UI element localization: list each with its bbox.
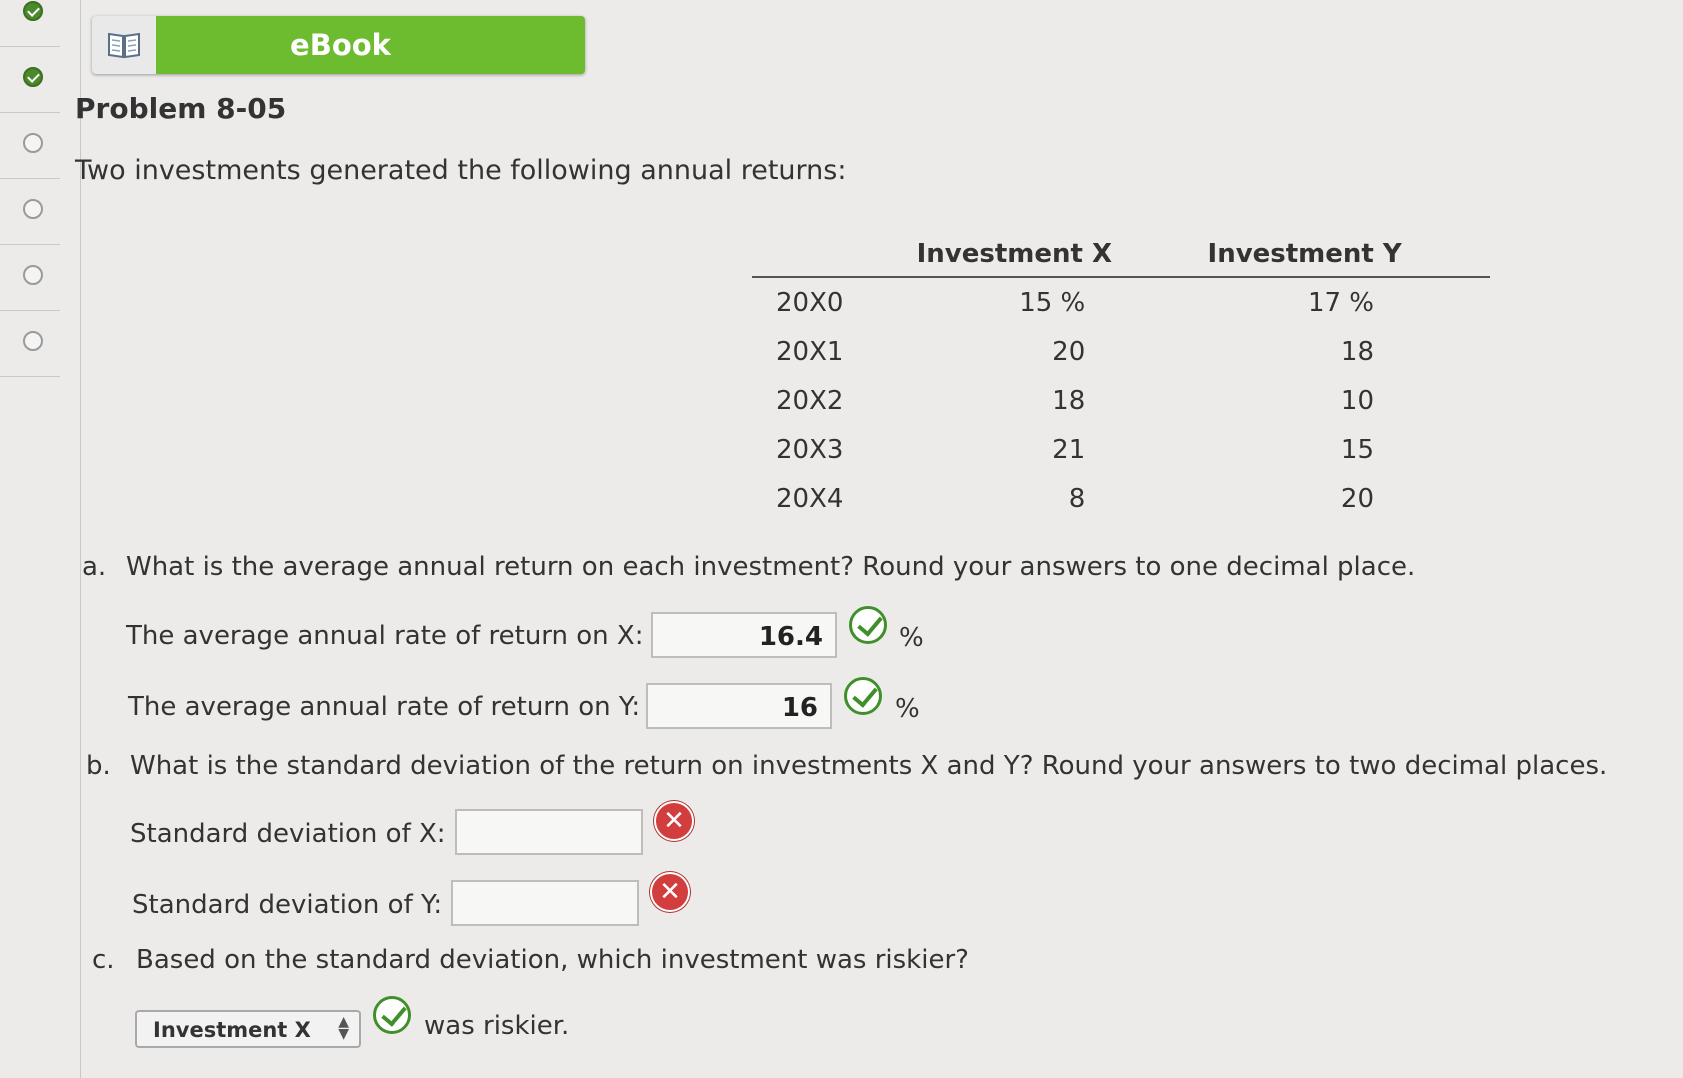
book-icon — [92, 16, 156, 74]
table-header-year — [752, 232, 909, 277]
std-dev-x-label: Standard deviation of X: — [130, 819, 446, 849]
investment-y-cell: 10 — [1340, 385, 1374, 416]
riskier-investment-selected: Investment X — [153, 1018, 311, 1042]
table-header-investment-x: Investment X — [916, 239, 1113, 269]
problem-intro: Two investments generated the following … — [75, 155, 847, 186]
riskier-suffix: was riskier. — [424, 1011, 570, 1041]
year-cell: 20X0 — [776, 287, 844, 318]
unanswered-status-icon — [23, 133, 43, 153]
investment-x-cell: 18 — [1052, 385, 1086, 416]
completed-status-icon — [23, 1, 43, 21]
unanswered-status-icon — [23, 331, 43, 351]
avg-return-x-label: The average annual rate of return on X: — [126, 621, 644, 651]
unanswered-status-icon — [23, 199, 43, 219]
investment-y-cell: 17 % — [1307, 287, 1374, 318]
ebook-label: eBook — [290, 28, 391, 62]
part-b-letter: b. — [86, 751, 111, 781]
rail-question-4[interactable] — [0, 178, 60, 245]
part-a-text: What is the average annual return on eac… — [126, 552, 1416, 582]
completed-status-icon — [23, 67, 43, 87]
part-b-question: b. What is the standard deviation of the … — [86, 751, 1607, 781]
percent-unit: % — [895, 694, 920, 724]
part-c-question: c. Based on the standard deviation, which… — [92, 945, 969, 975]
avg-return-x-input[interactable]: 16.4 — [651, 612, 837, 658]
std-dev-x-input[interactable] — [455, 809, 643, 855]
table-row: 20X3 21 15 — [752, 425, 1490, 474]
part-a-question: a. What is the average annual return on e… — [82, 552, 1415, 582]
year-cell: 20X3 — [776, 434, 844, 465]
std-dev-y-input[interactable] — [451, 880, 639, 926]
question-nav-rail — [0, 0, 64, 1078]
check-circle-icon — [849, 606, 887, 644]
rail-question-1[interactable] — [0, 0, 60, 47]
investment-y-cell: 18 — [1340, 336, 1374, 367]
table-row: 20X0 15 % 17 % — [752, 277, 1490, 327]
investment-x-cell: 8 — [1068, 483, 1086, 514]
unanswered-status-icon — [23, 265, 43, 285]
part-b-text: What is the standard deviation of the re… — [130, 751, 1608, 781]
percent-unit: % — [899, 623, 924, 653]
std-dev-y-label: Standard deviation of Y: — [132, 890, 443, 920]
select-arrows-icon: ▲ ▼ — [338, 1014, 349, 1042]
year-cell: 20X4 — [776, 483, 844, 514]
ebook-button[interactable]: eBook — [92, 16, 585, 74]
table-row: 20X4 8 20 — [752, 474, 1490, 523]
x-circle-icon: ✕ — [650, 872, 690, 912]
investment-x-cell: 15 % — [1019, 287, 1086, 318]
part-c-text: Based on the standard deviation, which i… — [136, 945, 969, 975]
rail-question-5[interactable] — [0, 244, 60, 311]
check-circle-icon — [844, 677, 882, 715]
year-cell: 20X2 — [776, 385, 844, 416]
part-c-letter: c. — [92, 945, 115, 975]
avg-return-y-input[interactable]: 16 — [646, 683, 832, 729]
part-a-letter: a. — [82, 552, 107, 582]
investment-y-cell: 20 — [1340, 483, 1374, 514]
investment-x-cell: 21 — [1052, 434, 1086, 465]
rail-question-6[interactable] — [0, 310, 60, 377]
investment-y-cell: 15 — [1340, 434, 1374, 465]
table-row: 20X1 20 18 — [752, 327, 1490, 376]
rail-question-2[interactable] — [0, 46, 60, 113]
rail-question-3[interactable] — [0, 112, 60, 179]
table-header-row: Investment X Investment Y — [752, 232, 1490, 277]
year-cell: 20X1 — [776, 336, 844, 367]
table-header-investment-y: Investment Y — [1207, 239, 1402, 269]
investment-x-cell: 20 — [1052, 336, 1086, 367]
riskier-investment-select[interactable]: Investment X ▲ ▼ — [135, 1010, 361, 1048]
avg-return-y-label: The average annual rate of return on Y: — [128, 692, 641, 722]
table-row: 20X2 18 10 — [752, 376, 1490, 425]
problem-title: Problem 8-05 — [75, 92, 287, 125]
x-circle-icon: ✕ — [654, 801, 694, 841]
returns-table: Investment X Investment Y 20X0 15 % 17 %… — [752, 232, 1490, 523]
check-circle-icon — [373, 996, 411, 1034]
